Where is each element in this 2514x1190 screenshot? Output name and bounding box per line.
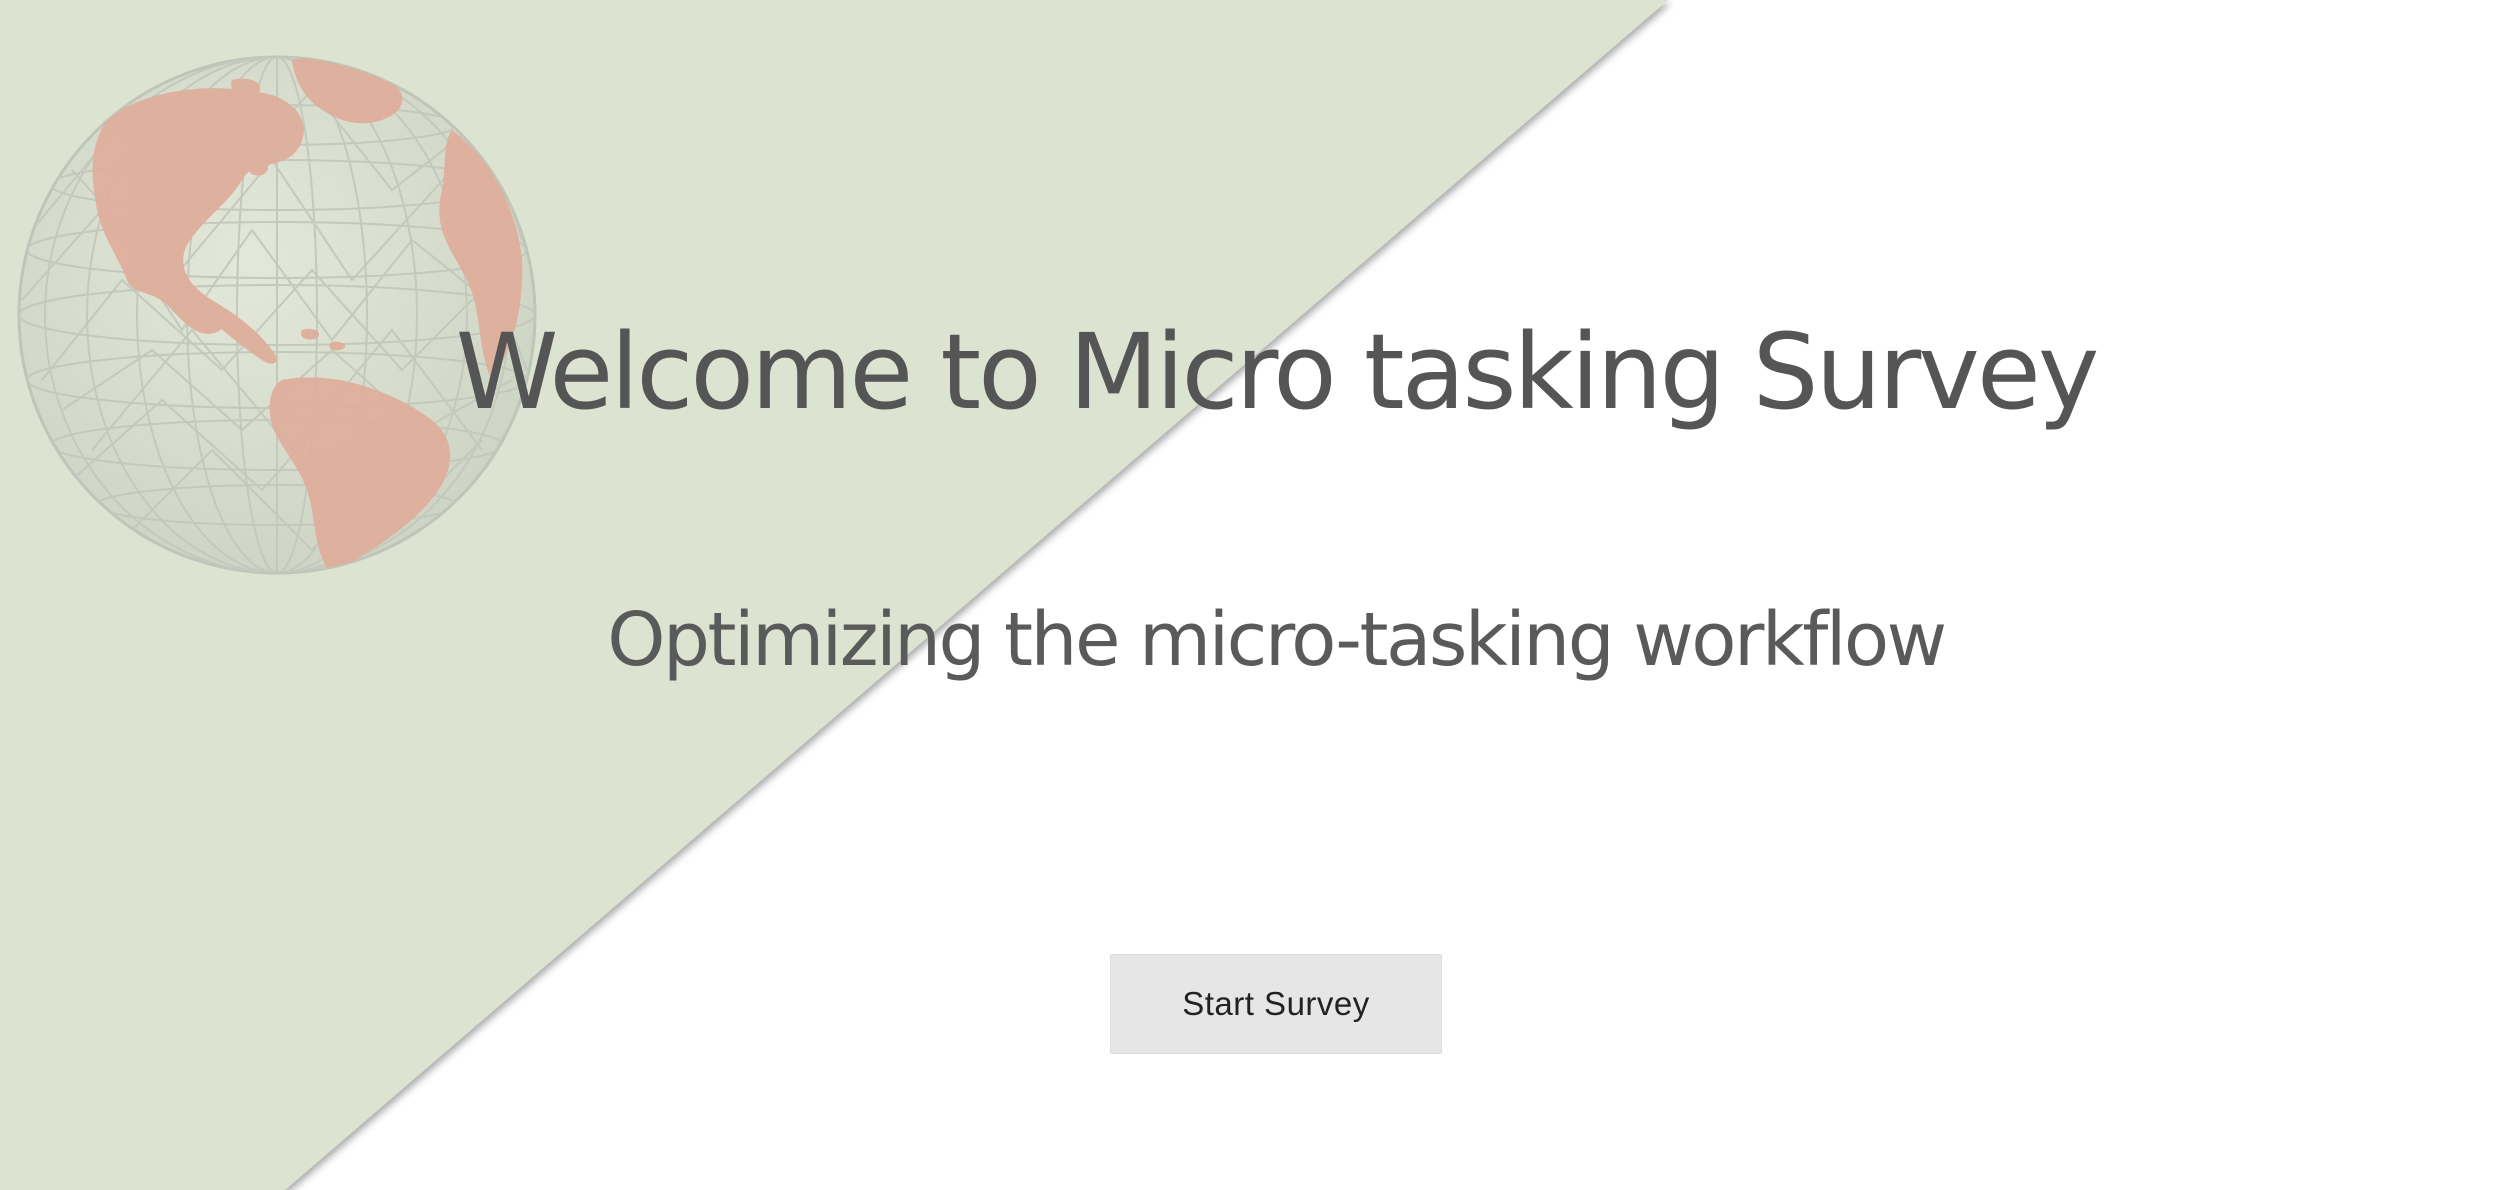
page-subtitle: Optimizing the micro-tasking workflow bbox=[607, 597, 1947, 683]
page-title: Welcome to Micro tasking Survey bbox=[455, 311, 2100, 433]
start-survey-button[interactable]: Start Survey bbox=[1110, 954, 1442, 1054]
survey-landing-page: Welcome to Micro tasking Survey Optimizi… bbox=[0, 0, 2514, 1190]
